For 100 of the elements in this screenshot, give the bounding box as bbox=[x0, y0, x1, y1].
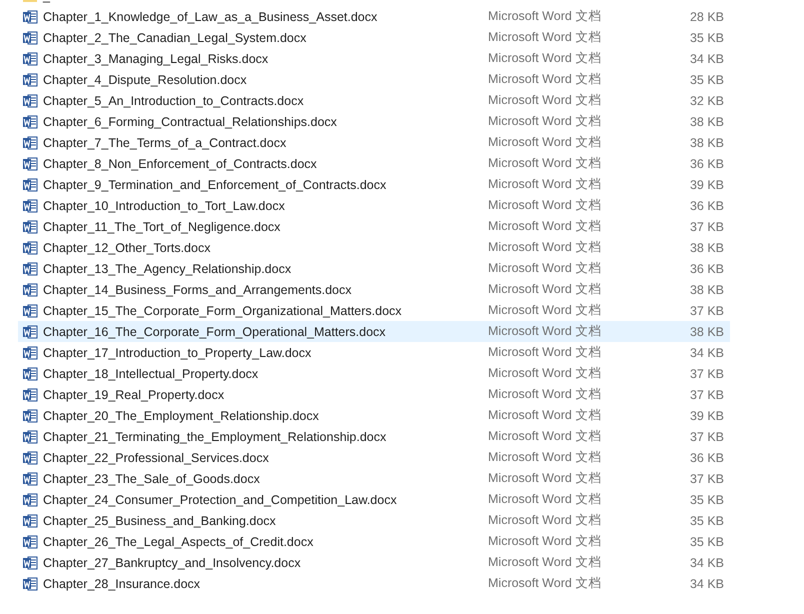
file-size: 38 KB bbox=[688, 136, 724, 150]
file-name: Chapter_11_The_Tort_of_Negligence.docx bbox=[43, 220, 282, 234]
word-document-icon bbox=[22, 470, 38, 486]
file-type: Microsoft Word 文档 bbox=[488, 134, 602, 151]
word-document-icon bbox=[22, 428, 38, 444]
file-row[interactable]: Chapter_2_The_Canadian_Legal_System.docx Microsoft Word 文档 35 KB bbox=[18, 27, 730, 48]
file-type: Microsoft Word 文档 bbox=[488, 281, 602, 298]
file-row[interactable]: Chapter_12_Other_Torts.docx Microsoft Word 文档 38 KB bbox=[18, 237, 730, 258]
file-size: 35 KB bbox=[688, 534, 724, 548]
file-type: Microsoft Word 文档 bbox=[488, 323, 602, 340]
file-type: Microsoft Word 文档 bbox=[488, 260, 602, 277]
file-size: 36 KB bbox=[688, 262, 724, 276]
file-size: 37 KB bbox=[688, 304, 724, 318]
file-row[interactable]: _ bbox=[18, 0, 730, 6]
file-type: Microsoft Word 文档 bbox=[488, 29, 602, 46]
word-document-icon bbox=[22, 240, 38, 256]
file-row[interactable]: Chapter_22_Professional_Services.docx Microsoft Word 文档 36 KB bbox=[18, 447, 730, 468]
file-row[interactable]: Chapter_9_Termination_and_Enforcement_of_Contracts.docx Microsoft Word 文档 39 KB bbox=[18, 174, 730, 195]
file-size: 32 KB bbox=[688, 94, 724, 108]
file-name: Chapter_20_The_Employment_Relationship.docx bbox=[43, 408, 320, 422]
file-size: 36 KB bbox=[688, 198, 724, 212]
file-type: Microsoft Word 文档 bbox=[488, 365, 602, 382]
word-document-icon bbox=[22, 324, 38, 340]
file-row[interactable]: Chapter_15_The_Corporate_Form_Organizational_Matters.docx Microsoft Word 文档 37 KB bbox=[18, 300, 730, 321]
file-type: Microsoft Word 文档 bbox=[488, 218, 602, 235]
file-name: Chapter_2_The_Canadian_Legal_System.docx bbox=[43, 30, 308, 44]
word-document-icon bbox=[22, 176, 38, 192]
file-size: 37 KB bbox=[688, 388, 724, 402]
file-name: Chapter_10_Introduction_to_Tort_Law.docx bbox=[43, 198, 286, 212]
file-name: Chapter_5_An_Introduction_to_Contracts.docx bbox=[43, 94, 305, 108]
file-type: Microsoft Word 文档 bbox=[488, 71, 602, 88]
file-row[interactable]: Chapter_8_Non_Enforcement_of_Contracts.docx Microsoft Word 文档 36 KB bbox=[18, 153, 730, 174]
file-row[interactable]: Chapter_5_An_Introduction_to_Contracts.docx Microsoft Word 文档 32 KB bbox=[18, 90, 730, 111]
file-size: 35 KB bbox=[688, 514, 724, 528]
file-row[interactable]: Chapter_25_Business_and_Banking.docx Microsoft Word 文档 35 KB bbox=[18, 510, 730, 531]
file-name: Chapter_1_Knowledge_of_Law_as_a_Business_Asset.docx bbox=[43, 10, 378, 24]
file-row[interactable]: Chapter_11_The_Tort_of_Negligence.docx Microsoft Word 文档 37 KB bbox=[18, 216, 730, 237]
file-name: Chapter_7_The_Terms_of_a_Contract.docx bbox=[43, 136, 288, 150]
file-row[interactable]: Chapter_24_Consumer_Protection_and_Competition_Law.docx Microsoft Word 文档 35 KB bbox=[18, 489, 730, 510]
file-name: Chapter_16_The_Corporate_Form_Operational_Matters.docx bbox=[43, 324, 387, 338]
file-name: Chapter_13_The_Agency_Relationship.docx bbox=[43, 262, 292, 276]
file-name: Chapter_19_Real_Property.docx bbox=[43, 388, 226, 402]
word-document-icon bbox=[22, 386, 38, 402]
file-row[interactable]: Chapter_16_The_Corporate_Form_Operational_Matters.docx Microsoft Word 文档 38 KB bbox=[18, 321, 730, 342]
file-row[interactable]: Chapter_17_Introduction_to_Property_Law.docx Microsoft Word 文档 34 KB bbox=[18, 342, 730, 363]
word-document-icon bbox=[22, 92, 38, 108]
file-size: 37 KB bbox=[688, 430, 724, 444]
file-row[interactable]: Chapter_28_Insurance.docx Microsoft Word 文档 34 KB bbox=[18, 573, 730, 594]
file-size: 35 KB bbox=[688, 72, 724, 86]
file-type: Microsoft Word 文档 bbox=[488, 428, 602, 445]
file-name: Chapter_4_Dispute_Resolution.docx bbox=[43, 72, 248, 86]
file-name: Chapter_18_Intellectual_Property.docx bbox=[43, 366, 260, 380]
file-size: 36 KB bbox=[688, 156, 724, 170]
file-row[interactable]: Chapter_20_The_Employment_Relationship.docx Microsoft Word 文档 39 KB bbox=[18, 405, 730, 426]
file-row[interactable]: Chapter_1_Knowledge_of_Law_as_a_Business_Asset.docx Microsoft Word 文档 28 KB bbox=[18, 6, 730, 27]
file-type: Microsoft Word 文档 bbox=[488, 449, 602, 466]
file-row[interactable]: Chapter_14_Business_Forms_and_Arrangements.docx Microsoft Word 文档 38 KB bbox=[18, 279, 730, 300]
file-row[interactable]: Chapter_3_Managing_Legal_Risks.docx Microsoft Word 文档 34 KB bbox=[18, 48, 730, 69]
word-document-icon bbox=[22, 8, 38, 24]
file-name: Chapter_22_Professional_Services.docx bbox=[43, 450, 270, 464]
file-row[interactable]: Chapter_26_The_Legal_Aspects_of_Credit.docx Microsoft Word 文档 35 KB bbox=[18, 531, 730, 552]
file-size: 28 KB bbox=[688, 10, 724, 24]
file-row[interactable]: Chapter_13_The_Agency_Relationship.docx Microsoft Word 文档 36 KB bbox=[18, 258, 730, 279]
word-document-icon bbox=[22, 534, 38, 550]
file-row[interactable]: Chapter_21_Terminating_the_Employment_Relationship.docx Microsoft Word 文档 37 KB bbox=[18, 426, 730, 447]
word-document-icon bbox=[22, 72, 38, 88]
word-document-icon bbox=[22, 30, 38, 46]
file-size: 34 KB bbox=[688, 346, 724, 360]
file-row[interactable]: Chapter_4_Dispute_Resolution.docx Microsoft Word 文档 35 KB bbox=[18, 69, 730, 90]
file-name: Chapter_12_Other_Torts.docx bbox=[43, 240, 212, 254]
file-type: Microsoft Word 文档 bbox=[488, 575, 602, 592]
file-name: _ bbox=[43, 0, 52, 2]
file-size: 39 KB bbox=[688, 408, 724, 422]
file-type: Microsoft Word 文档 bbox=[488, 533, 602, 550]
file-name: Chapter_9_Termination_and_Enforcement_of_Contracts.docx bbox=[43, 178, 388, 192]
file-type: Microsoft Word 文档 bbox=[488, 113, 602, 130]
file-row[interactable]: Chapter_23_The_Sale_of_Goods.docx Microsoft Word 文档 37 KB bbox=[18, 468, 730, 489]
file-type: Microsoft Word 文档 bbox=[488, 50, 602, 67]
word-document-icon bbox=[22, 218, 38, 234]
file-type: Microsoft Word 文档 bbox=[488, 386, 602, 403]
file-size: 38 KB bbox=[688, 240, 724, 254]
word-document-icon bbox=[22, 50, 38, 66]
file-size: 37 KB bbox=[688, 366, 724, 380]
file-row[interactable]: Chapter_18_Intellectual_Property.docx Microsoft Word 文档 37 KB bbox=[18, 363, 730, 384]
file-row[interactable]: Chapter_10_Introduction_to_Tort_Law.docx Microsoft Word 文档 36 KB bbox=[18, 195, 730, 216]
file-name: Chapter_17_Introduction_to_Property_Law.docx bbox=[43, 346, 312, 360]
file-name: Chapter_14_Business_Forms_and_Arrangements.docx bbox=[43, 282, 353, 296]
file-size: 35 KB bbox=[688, 30, 724, 44]
file-name: Chapter_26_The_Legal_Aspects_of_Credit.docx bbox=[43, 534, 314, 548]
file-size: 39 KB bbox=[688, 178, 724, 192]
file-row[interactable]: Chapter_19_Real_Property.docx Microsoft Word 文档 37 KB bbox=[18, 384, 730, 405]
word-document-icon bbox=[22, 260, 38, 276]
file-name: Chapter_15_The_Corporate_Form_Organizational_Matters.docx bbox=[43, 304, 403, 318]
file-row[interactable]: Chapter_7_The_Terms_of_a_Contract.docx Microsoft Word 文档 38 KB bbox=[18, 132, 730, 153]
file-name: Chapter_8_Non_Enforcement_of_Contracts.docx bbox=[43, 156, 318, 170]
file-row[interactable]: Chapter_27_Bankruptcy_and_Insolvency.docx Microsoft Word 文档 34 KB bbox=[18, 552, 730, 573]
word-document-icon bbox=[22, 134, 38, 150]
file-row[interactable]: Chapter_6_Forming_Contractual_Relationships.docx Microsoft Word 文档 38 KB bbox=[18, 111, 730, 132]
file-size: 36 KB bbox=[688, 450, 724, 464]
word-document-icon bbox=[22, 198, 38, 214]
